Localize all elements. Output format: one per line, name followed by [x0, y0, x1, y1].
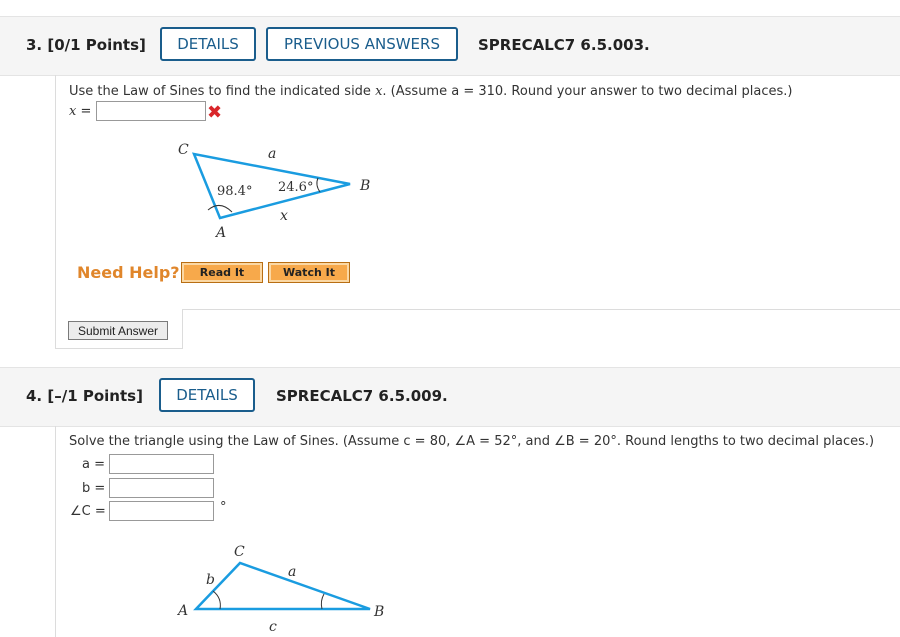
q4-vertex-B: B — [373, 604, 384, 620]
q4-number: 4. [–/1 Points] — [26, 387, 143, 405]
q3-previous-answers-button[interactable]: PREVIOUS ANSWERS — [266, 27, 458, 61]
q4-angle-A-arc — [212, 590, 221, 610]
read-it-button[interactable]: Read It — [181, 262, 263, 283]
q3-angle-B-label: 24.6° — [278, 180, 313, 195]
q4-C-label: ∠C = — [70, 504, 106, 519]
q3-angle-B-arc — [316, 177, 321, 193]
q4-problem-code: SPRECALC7 6.5.009. — [276, 387, 448, 405]
q4-prompt: Solve the triangle using the Law of Sine… — [69, 434, 875, 449]
q3-left-rule — [55, 75, 56, 348]
submit-answer-button[interactable]: Submit Answer — [68, 321, 168, 340]
q4-side-c: c — [269, 619, 277, 635]
need-help-label: Need Help? — [77, 263, 180, 282]
q3-side-a: a — [268, 146, 276, 162]
q3-vertex-B: B — [359, 178, 370, 194]
q4-b-input[interactable] — [109, 478, 214, 498]
q3-angle-A-label: 98.4° — [217, 184, 252, 199]
q3-x-label: x = — [69, 104, 92, 119]
q4-a-label: a = — [82, 457, 105, 472]
q4-triangle — [193, 561, 371, 611]
q4-side-a: a — [288, 564, 296, 580]
q3-triangle-diagram: C A B a x 98.4° 24.6° — [178, 142, 370, 240]
q4-triangle-diagram: A C B a b c — [176, 544, 384, 635]
q3-problem-code: SPRECALC7 6.5.003. — [478, 36, 650, 54]
q3-angle-A-arc — [207, 205, 233, 213]
q4-side-b: b — [206, 572, 215, 588]
q3-side-x: x — [280, 208, 288, 224]
submit-area-divider — [182, 309, 900, 349]
watch-it-button[interactable]: Watch It — [268, 262, 350, 283]
q3-vertex-C: C — [178, 142, 189, 158]
q4-b-label: b = — [82, 481, 106, 496]
q4-C-input[interactable] — [109, 501, 214, 521]
q3-vertex-A: A — [214, 225, 226, 240]
q4-vertex-A: A — [176, 603, 188, 619]
q3-details-button[interactable]: DETAILS — [160, 27, 256, 61]
q3-number: 3. [0/1 Points] — [26, 36, 146, 54]
q4-a-input[interactable] — [109, 454, 214, 474]
degree-symbol: ° — [220, 500, 227, 515]
q3-prompt: Use the Law of Sines to find the indicat… — [69, 84, 793, 99]
q3-x-input[interactable] — [96, 101, 206, 121]
q4-details-button[interactable]: DETAILS — [159, 378, 255, 412]
q4-angle-B-arc — [320, 593, 325, 610]
q4-vertex-C: C — [234, 544, 245, 560]
incorrect-icon: ✖ — [207, 102, 223, 123]
submit-area-bottom — [55, 348, 183, 349]
q4-left-rule — [55, 426, 56, 637]
